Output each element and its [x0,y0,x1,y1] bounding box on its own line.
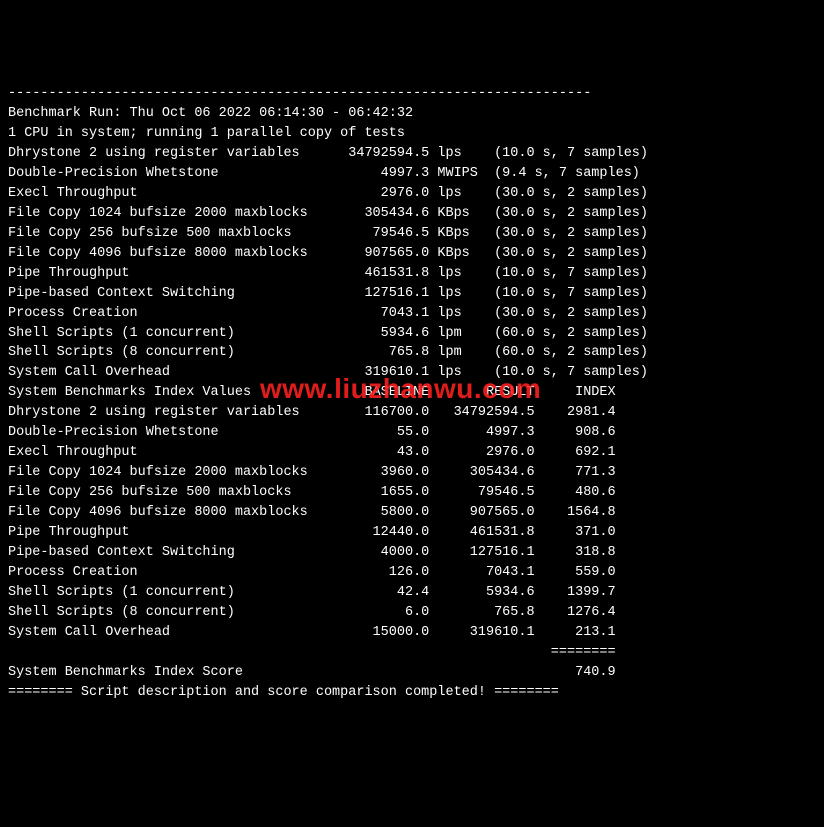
index-header-row: System Benchmarks Index Values BASELINE … [8,383,816,403]
test-result-row: Execl Throughput 2976.0 lps (30.0 s, 2 s… [8,184,816,204]
test-result-row: File Copy 256 bufsize 500 maxblocks 7954… [8,224,816,244]
score-divider: ======== [8,643,816,663]
index-score-row: System Benchmarks Index Score 740.9 [8,663,816,683]
index-row: File Copy 256 bufsize 500 maxblocks 1655… [8,483,816,503]
index-row: System Call Overhead 15000.0 319610.1 21… [8,623,816,643]
test-result-row: Shell Scripts (8 concurrent) 765.8 lpm (… [8,343,816,363]
index-row: Execl Throughput 43.0 2976.0 692.1 [8,443,816,463]
cpu-info-line: 1 CPU in system; running 1 parallel copy… [8,124,816,144]
index-row: File Copy 1024 bufsize 2000 maxblocks 39… [8,463,816,483]
index-row: Dhrystone 2 using register variables 116… [8,403,816,423]
index-row: File Copy 4096 bufsize 8000 maxblocks 58… [8,503,816,523]
index-row: Pipe-based Context Switching 4000.0 1275… [8,543,816,563]
test-result-row: File Copy 4096 bufsize 8000 maxblocks 90… [8,244,816,264]
test-result-row: Dhrystone 2 using register variables 347… [8,144,816,164]
test-result-row: Process Creation 7043.1 lps (30.0 s, 2 s… [8,304,816,324]
index-row: Shell Scripts (8 concurrent) 6.0 765.8 1… [8,603,816,623]
test-result-row: System Call Overhead 319610.1 lps (10.0 … [8,363,816,383]
index-row: Double-Precision Whetstone 55.0 4997.3 9… [8,423,816,443]
test-result-row: Shell Scripts (1 concurrent) 5934.6 lpm … [8,324,816,344]
index-row: Pipe Throughput 12440.0 461531.8 371.0 [8,523,816,543]
index-row: Process Creation 126.0 7043.1 559.0 [8,563,816,583]
divider: ----------------------------------------… [8,84,816,104]
test-result-row: Pipe-based Context Switching 127516.1 lp… [8,284,816,304]
index-row: Shell Scripts (1 concurrent) 42.4 5934.6… [8,583,816,603]
test-result-row: File Copy 1024 bufsize 2000 maxblocks 30… [8,204,816,224]
test-result-row: Pipe Throughput 461531.8 lps (10.0 s, 7 … [8,264,816,284]
terminal-output: ----------------------------------------… [8,84,816,703]
footer-line: ======== Script description and score co… [8,683,816,703]
benchmark-run-line: Benchmark Run: Thu Oct 06 2022 06:14:30 … [8,104,816,124]
test-result-row: Double-Precision Whetstone 4997.3 MWIPS … [8,164,816,184]
